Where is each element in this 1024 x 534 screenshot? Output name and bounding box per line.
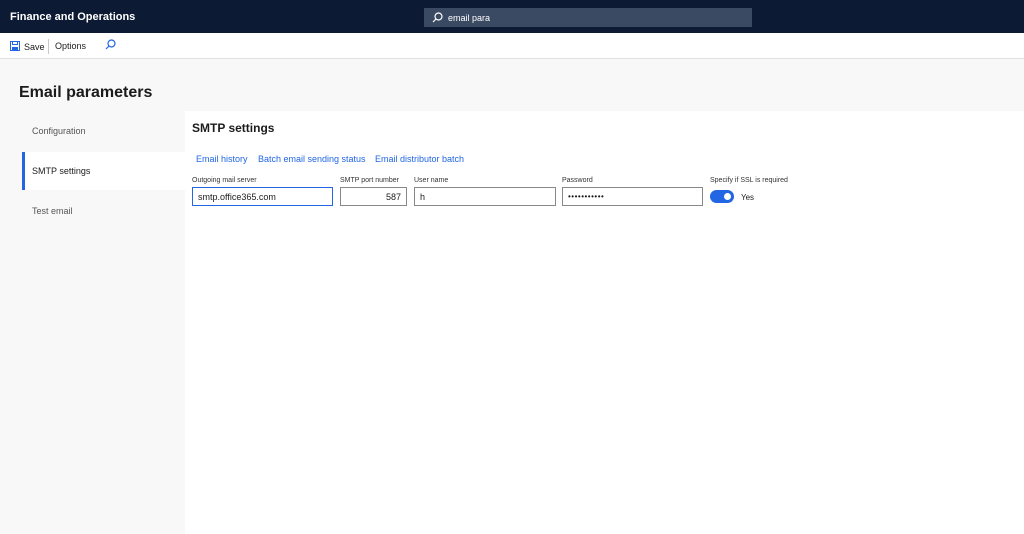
global-search-box[interactable]: email para xyxy=(424,8,752,27)
options-button[interactable]: Options xyxy=(55,41,86,51)
top-bar: Finance and Operations email para xyxy=(0,0,1024,33)
find-button[interactable] xyxy=(105,39,116,52)
search-icon xyxy=(105,39,116,52)
smtp-port-input[interactable]: 587 xyxy=(340,187,407,206)
password-input[interactable]: ••••••••••• xyxy=(562,187,703,206)
save-label: Save xyxy=(24,42,45,52)
batch-email-sending-status-link[interactable]: Batch email sending status xyxy=(258,154,366,164)
email-distributor-batch-link[interactable]: Email distributor batch xyxy=(375,154,464,164)
save-button[interactable]: Save xyxy=(10,41,45,53)
action-pane: Save Options xyxy=(0,33,1024,59)
outgoing-mail-server-input[interactable]: smtp.office365.com xyxy=(192,187,333,206)
global-search-input[interactable]: email para xyxy=(448,13,490,23)
search-icon xyxy=(432,12,443,23)
email-history-link[interactable]: Email history xyxy=(196,154,248,164)
smtp-port-label: SMTP port number xyxy=(340,177,400,184)
app-title[interactable]: Finance and Operations xyxy=(10,11,135,23)
page-title: Email parameters xyxy=(19,84,153,101)
user-name-input[interactable]: h xyxy=(414,187,556,206)
action-divider xyxy=(48,39,49,54)
ssl-required-toggle[interactable] xyxy=(710,190,734,203)
smtp-settings-panel: SMTP settings Email history Batch email … xyxy=(185,111,1024,534)
save-icon xyxy=(10,41,24,53)
toggle-knob xyxy=(724,193,731,200)
ssl-required-label: Specify if SSL is required xyxy=(710,177,788,184)
tab-smtp-settings[interactable]: SMTP settings xyxy=(22,152,185,190)
tab-configuration[interactable]: Configuration xyxy=(22,112,185,150)
tab-test-email[interactable]: Test email xyxy=(22,192,185,230)
ssl-required-value: Yes xyxy=(741,193,755,202)
password-label: Password xyxy=(562,177,593,184)
outgoing-mail-server-label: Outgoing mail server xyxy=(192,177,257,184)
user-name-label: User name xyxy=(414,177,449,184)
section-title: SMTP settings xyxy=(192,121,275,135)
